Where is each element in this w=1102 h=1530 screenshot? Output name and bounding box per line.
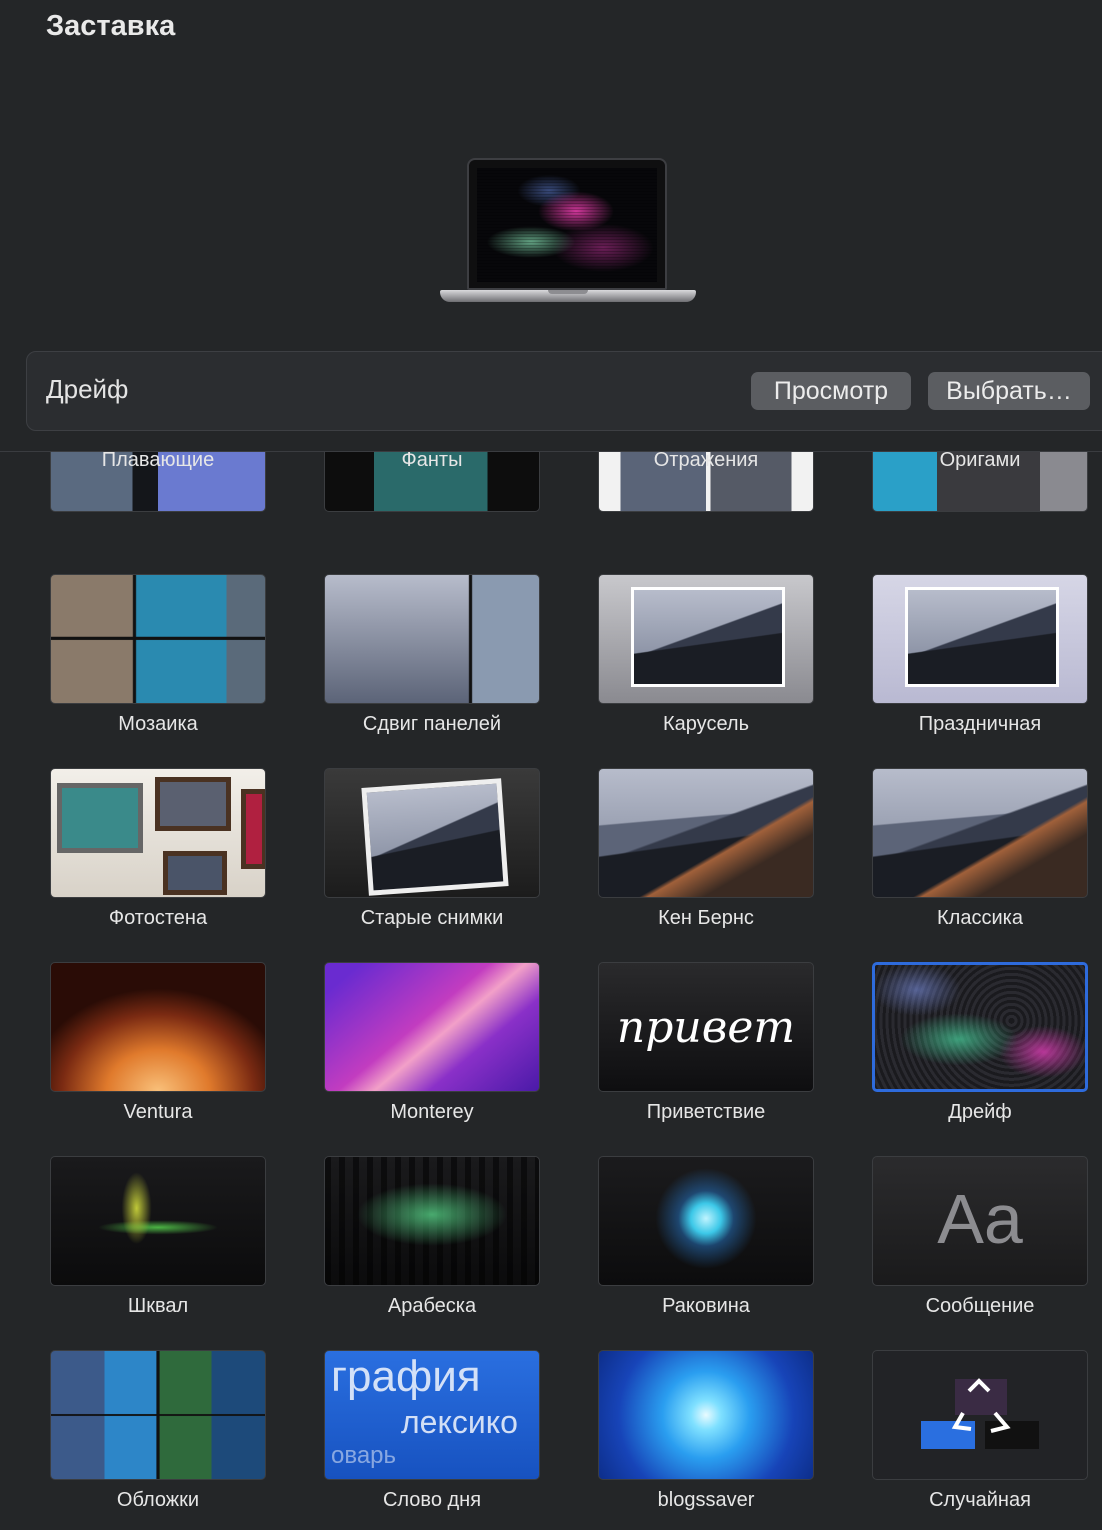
- thumbnail: [324, 1156, 540, 1286]
- thumbnail: [598, 1350, 814, 1480]
- tile-label: Классика: [937, 907, 1023, 929]
- word-line-3: оварь: [331, 1442, 397, 1469]
- thumbnail: [872, 768, 1088, 898]
- thumbnail: [324, 574, 540, 704]
- tile-label: Оригами: [939, 452, 1021, 471]
- tile-label: Приветствие: [646, 1101, 766, 1123]
- thumbnail: [50, 962, 266, 1092]
- laptop-notch: [548, 290, 588, 294]
- tile-label: Слово дня: [382, 1489, 482, 1511]
- thumbnail: [872, 1350, 1088, 1480]
- thumbnail: [324, 962, 540, 1092]
- tile-label: Старые снимки: [360, 907, 504, 929]
- thumbnail: [598, 574, 814, 704]
- tile-label: Кен Бернс: [658, 907, 754, 929]
- laptop-preview: [440, 158, 696, 310]
- thumbnail: [598, 768, 814, 898]
- tile-label: Сдвиг панелей: [362, 713, 502, 735]
- window-title: Заставка: [46, 10, 176, 42]
- tile-label: Фотостена: [108, 907, 208, 929]
- thumbnail: [598, 1156, 814, 1286]
- tile-label: Плавающие: [101, 452, 215, 471]
- tile-label: Дрейф: [948, 1101, 1012, 1123]
- tile-label: Обложки: [116, 1489, 200, 1511]
- word-line-1: графия: [331, 1352, 481, 1401]
- preview-button[interactable]: Просмотр: [751, 372, 911, 410]
- tile-label: Сообщение: [925, 1295, 1035, 1317]
- thumbnail: [872, 574, 1088, 704]
- choose-button[interactable]: Выбрать…: [928, 372, 1090, 410]
- selection-bar: Дрейф Просмотр Выбрать…: [26, 351, 1102, 431]
- tile-label: Monterey: [390, 1101, 474, 1123]
- tile-label: Праздничная: [918, 713, 1042, 735]
- hello-text: привет: [616, 1002, 796, 1053]
- message-glyph: Aa: [937, 1180, 1023, 1258]
- tile-label: blogssaver: [657, 1489, 755, 1511]
- thumbnail: [50, 574, 266, 704]
- thumbnail: [50, 1350, 266, 1480]
- laptop-lid: [467, 158, 667, 290]
- thumbnail: Aa: [872, 1156, 1088, 1286]
- tile-label: Карусель: [663, 713, 749, 735]
- tile-label: Мозаика: [118, 713, 198, 735]
- thumbnail: графия лексико оварь: [324, 1350, 540, 1480]
- tile-label: Отражения: [653, 452, 759, 471]
- thumbnail: привет: [598, 962, 814, 1092]
- thumbnail: [50, 768, 266, 898]
- thumbnail: [324, 768, 540, 898]
- tile-label: Ventura: [123, 1101, 193, 1123]
- tile-label: Раковина: [662, 1295, 750, 1317]
- thumbnail: [50, 1156, 266, 1286]
- shuffle-icon: [921, 1378, 1039, 1449]
- tile-label: Фанты: [401, 452, 463, 471]
- tile-label: Случайная: [929, 1489, 1031, 1511]
- preview-screen: [477, 168, 657, 282]
- word-line-2: лексико: [401, 1404, 518, 1440]
- thumbnail-selected: [872, 962, 1088, 1092]
- current-screensaver-label: Дрейф: [46, 374, 129, 404]
- tile-label: Шквал: [127, 1295, 189, 1317]
- tile-label: Арабеска: [387, 1295, 477, 1317]
- screensaver-grid[interactable]: Плавающие Фанты Отражения Оригами Мозаик…: [0, 452, 1102, 1530]
